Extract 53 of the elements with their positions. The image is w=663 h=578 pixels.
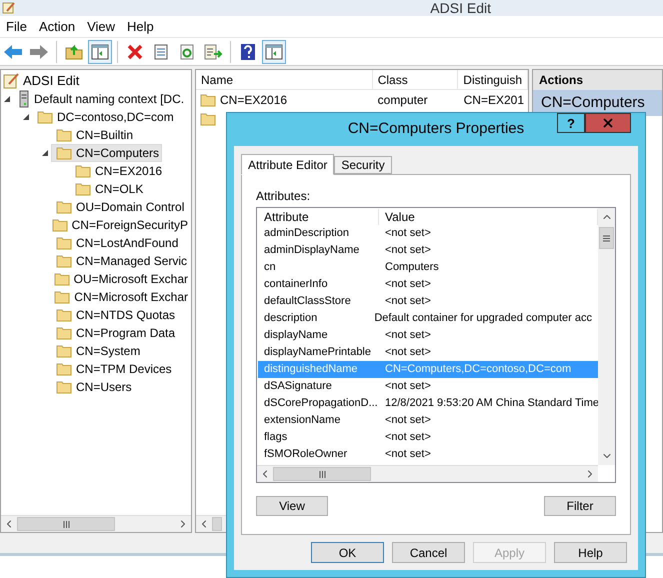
column-header[interactable]: Name <box>196 70 373 89</box>
column-header[interactable]: Class <box>372 70 458 89</box>
view-button[interactable]: View <box>256 496 328 516</box>
dialog-button[interactable]: Cancel <box>392 542 465 563</box>
window-title: ADSI Edit <box>430 1 491 15</box>
attribute-row[interactable]: adminDescription <not set> <box>258 225 598 242</box>
tree-item[interactable]: OU=Microsoft Exchar <box>48 270 191 288</box>
tab[interactable]: Attribute Editor <box>241 154 334 175</box>
attribute-row[interactable]: displayName <not set> <box>258 327 598 344</box>
attribute-row[interactable]: extensionName <not set> <box>258 412 598 429</box>
menu-item[interactable]: Help <box>121 16 160 36</box>
attribute-row[interactable]: cn Computers <box>258 259 598 276</box>
attribute-row[interactable]: dSASignature <not set> <box>258 378 598 395</box>
tree-item[interactable]: CN=Builtin <box>51 126 136 144</box>
tree-item[interactable]: CN=Users <box>51 378 135 396</box>
attribute-row[interactable]: displayNamePrintable <not set> <box>258 344 598 361</box>
column-header[interactable]: Distinguish <box>458 70 528 89</box>
tree-item[interactable]: OU=Domain Control <box>51 198 188 216</box>
tree-item[interactable]: CN=EX2016 <box>70 162 166 180</box>
tree-item[interactable]: CN=TPM Devices <box>51 360 175 378</box>
help-button[interactable]: ? <box>557 113 585 133</box>
attribute-row[interactable]: fSMORoleOwner <not set> <box>258 446 598 463</box>
tree-item[interactable]: CN=OLK <box>70 180 146 198</box>
tree-item[interactable]: CN=LostAndFound <box>51 234 182 252</box>
dialog-button[interactable]: Help <box>554 542 627 563</box>
menu-item[interactable]: Action <box>32 16 82 36</box>
tree-item[interactable]: CN=Program Data <box>51 324 178 342</box>
table-cell-text: CN=EX2016 <box>220 92 288 108</box>
column-header[interactable]: Attribute <box>258 209 379 225</box>
actions-header: Actions <box>533 70 662 90</box>
tab[interactable]: Security <box>334 156 392 174</box>
dialog-title: CN=Computers Properties <box>348 119 524 140</box>
tree-item[interactable]: CN=Managed Servic <box>51 252 190 270</box>
attribute-row[interactable]: flags <not set> <box>258 429 598 446</box>
attribute-row[interactable]: defaultClassStore <not set> <box>258 293 598 310</box>
dialog-button[interactable]: OK <box>311 542 384 563</box>
tree-item[interactable]: CN=ForeignSecurityP <box>46 216 191 234</box>
table-cell-text: computer <box>378 92 428 108</box>
tree-item[interactable]: DC=contoso,DC=com <box>32 108 177 126</box>
attribute-row[interactable]: adminDisplayName <not set> <box>258 242 598 259</box>
tree-item[interactable]: CN=Microsoft Exchar <box>49 288 191 306</box>
tree-item[interactable]: Default naming context [DC. <box>13 90 188 108</box>
filter-button[interactable]: Filter <box>544 496 616 516</box>
attribute-row[interactable]: description Default container for upgraded computer acc <box>258 310 598 327</box>
tree-root[interactable]: ADSI Edit <box>23 71 80 91</box>
attribute-row[interactable]: containerInfo <not set> <box>258 276 598 293</box>
tree-item[interactable]: CN=Computers <box>51 144 162 162</box>
attributes-label: Attributes: <box>256 188 312 202</box>
menu-item[interactable]: File <box>0 16 33 36</box>
menu-item[interactable]: View <box>81 16 122 36</box>
tree-item[interactable]: CN=System <box>51 342 144 360</box>
table-cell-text: CN=EX201 <box>464 92 524 108</box>
tree-item[interactable]: CN=NTDS Quotas <box>51 306 178 324</box>
